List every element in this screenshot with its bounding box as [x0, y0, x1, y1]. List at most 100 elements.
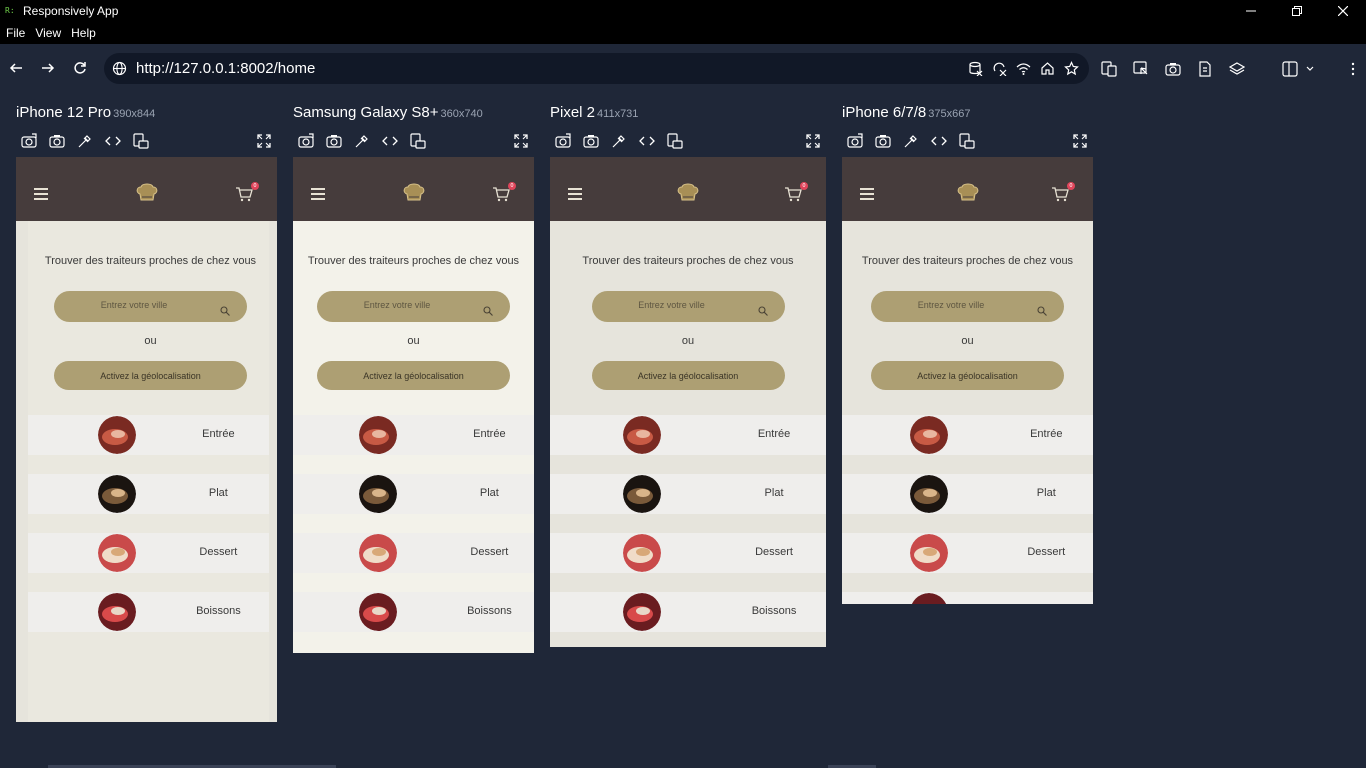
geolocation-button[interactable]: Activez la géolocalisation — [591, 361, 785, 390]
network-button[interactable] — [1015, 60, 1031, 76]
city-search-input[interactable]: Entrez votre ville — [591, 291, 785, 322]
chef-hat-logo[interactable] — [136, 183, 158, 203]
more-menu-button[interactable] — [1344, 60, 1362, 78]
eyedropper-button[interactable] — [76, 132, 94, 150]
code-button[interactable] — [104, 132, 122, 150]
screenshot-all-button[interactable] — [554, 132, 572, 150]
camera-button[interactable] — [325, 132, 343, 150]
layout-dropdown-button[interactable] — [1282, 60, 1316, 78]
category-item[interactable]: Boissons — [293, 592, 534, 632]
back-button[interactable] — [6, 58, 26, 78]
minimize-button[interactable] — [1228, 0, 1274, 22]
forward-button[interactable] — [38, 58, 58, 78]
fullscreen-icon — [514, 134, 528, 148]
eyedropper-button[interactable] — [902, 132, 920, 150]
category-item[interactable]: Dessert — [550, 533, 826, 573]
eyedropper-button[interactable] — [353, 132, 371, 150]
geolocation-button[interactable]: Activez la géolocalisation — [317, 361, 510, 390]
category-item[interactable]: Plat — [550, 474, 826, 514]
cart-button[interactable]: 0 — [235, 182, 259, 202]
category-item[interactable]: Entrée — [550, 415, 826, 455]
hamburger-menu-icon[interactable] — [311, 188, 325, 200]
search-placeholder: Entrez votre ville — [917, 300, 985, 310]
search-icon[interactable] — [483, 301, 493, 316]
food-photo-icon — [97, 475, 136, 513]
geolocation-button[interactable]: Activez la géolocalisation — [871, 361, 1064, 390]
fullscreen-button[interactable] — [512, 132, 530, 150]
fullscreen-button[interactable] — [1071, 132, 1089, 150]
chef-hat-logo[interactable] — [403, 183, 425, 203]
category-item[interactable]: Plat — [28, 474, 269, 514]
code-button[interactable] — [381, 132, 399, 150]
category-image — [97, 593, 136, 631]
category-item[interactable]: Entrée — [842, 415, 1093, 455]
disable-css-button[interactable] — [991, 60, 1007, 76]
category-item[interactable]: Dessert — [842, 533, 1093, 573]
search-icon[interactable] — [1037, 301, 1047, 316]
search-icon[interactable] — [757, 301, 768, 316]
search-icon[interactable] — [220, 301, 230, 316]
chef-hat-logo[interactable] — [957, 183, 979, 203]
hero-heading: Trouver des traiteurs proches de chez vo… — [861, 255, 1074, 267]
menu-file[interactable]: File — [6, 26, 25, 40]
category-item[interactable]: Boissons — [28, 592, 269, 632]
eyedropper-button[interactable] — [610, 132, 628, 150]
screenshot-all-button[interactable] — [846, 132, 864, 150]
rotate-device-button[interactable] — [409, 132, 427, 150]
bookmark-button[interactable] — [1063, 60, 1079, 76]
url-text[interactable]: http://127.0.0.1:8002/home — [136, 60, 315, 77]
screenshot-all-button[interactable] — [297, 132, 315, 150]
geolocation-button[interactable]: Activez la géolocalisation — [54, 361, 247, 390]
category-item[interactable]: Plat — [842, 474, 1093, 514]
hamburger-menu-icon[interactable] — [860, 188, 874, 200]
rotate-device-button[interactable] — [958, 132, 976, 150]
search-placeholder: Entrez votre ville — [100, 300, 168, 310]
home-button[interactable] — [1039, 60, 1055, 76]
code-button[interactable] — [638, 132, 656, 150]
screenshot-all-button[interactable] — [20, 132, 38, 150]
camera-button[interactable] — [48, 132, 66, 150]
code-button[interactable] — [930, 132, 948, 150]
category-item[interactable]: Boissons — [550, 592, 826, 632]
rotate-device-button[interactable] — [132, 132, 150, 150]
city-search-input[interactable]: Entrez votre ville — [317, 291, 510, 322]
category-label: Dessert — [470, 546, 509, 558]
code-icon — [639, 136, 655, 146]
camera-button[interactable] — [582, 132, 600, 150]
reload-button[interactable] — [70, 58, 90, 78]
camera-button[interactable] — [874, 132, 892, 150]
rotate-button[interactable] — [1196, 60, 1214, 78]
screenshot-button[interactable] — [1164, 60, 1182, 78]
category-label: Entrée — [202, 428, 235, 440]
address-bar[interactable]: http://127.0.0.1:8002/home — [104, 53, 1089, 84]
category-item[interactable]: Dessert — [28, 533, 269, 573]
geolocation-label: Activez la géolocalisation — [363, 370, 464, 381]
category-item[interactable]: Boissons — [842, 592, 1093, 604]
hamburger-menu-icon[interactable] — [34, 188, 48, 200]
layers-button[interactable] — [1228, 60, 1246, 78]
device-resolution: 390x844 — [113, 108, 156, 120]
restore-button[interactable] — [1274, 0, 1320, 22]
fullscreen-button[interactable] — [804, 132, 822, 150]
cart-button[interactable]: 0 — [492, 182, 516, 202]
city-search-input[interactable]: Entrez votre ville — [871, 291, 1064, 322]
rotate-device-button[interactable] — [666, 132, 684, 150]
fullscreen-button[interactable] — [255, 132, 273, 150]
hamburger-menu-icon[interactable] — [568, 188, 582, 200]
menu-help[interactable]: Help — [71, 26, 96, 40]
category-item[interactable]: Entrée — [28, 415, 269, 455]
menu-view[interactable]: View — [35, 26, 61, 40]
cart-button[interactable]: 0 — [1051, 182, 1075, 202]
cart-button[interactable]: 0 — [784, 182, 808, 202]
app-header: 0 — [16, 157, 277, 221]
city-search-input[interactable]: Entrez votre ville — [54, 291, 247, 322]
category-item[interactable]: Plat — [293, 474, 534, 514]
category-item[interactable]: Entrée — [293, 415, 534, 455]
preview-layout-button[interactable] — [1100, 60, 1118, 78]
inspect-button[interactable] — [1132, 60, 1150, 78]
close-button[interactable] — [1320, 0, 1366, 22]
clear-cache-button[interactable] — [967, 60, 983, 76]
device-toolbar — [20, 132, 150, 150]
chef-hat-logo[interactable] — [677, 183, 699, 203]
category-item[interactable]: Dessert — [293, 533, 534, 573]
